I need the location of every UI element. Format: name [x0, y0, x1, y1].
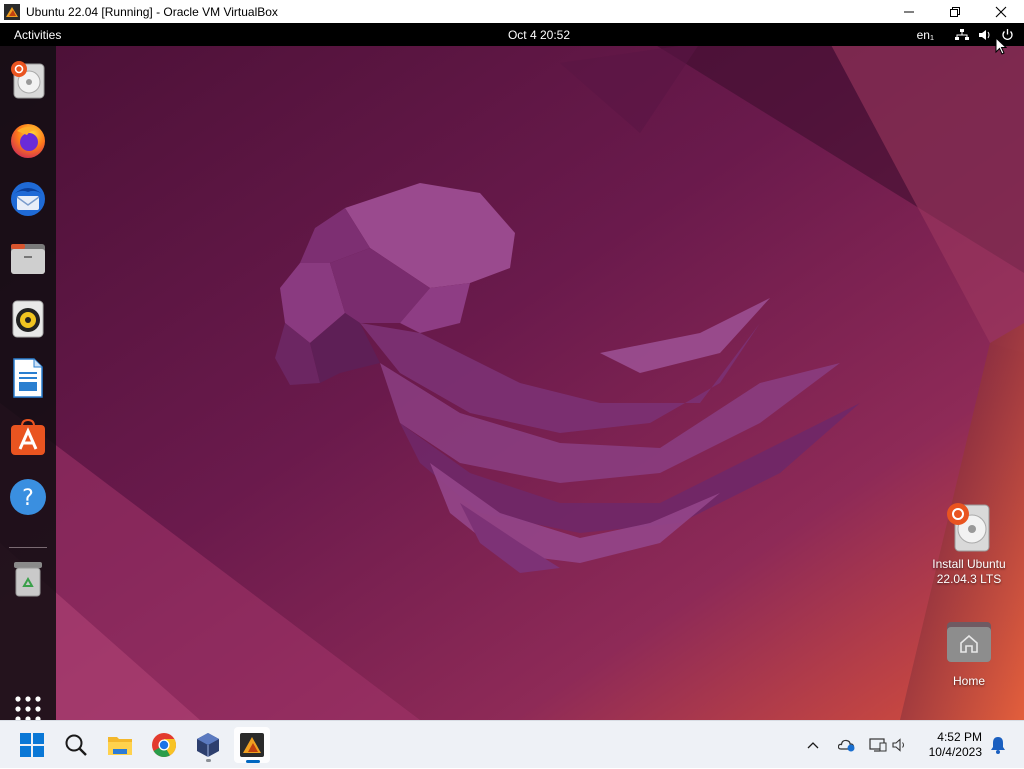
desktop-icon-label: Home	[952, 674, 985, 688]
thunderbird-icon	[11, 182, 45, 216]
dock-files[interactable]	[8, 239, 48, 279]
rhythmbox-icon	[12, 300, 44, 338]
search-button[interactable]	[58, 727, 94, 763]
start-button[interactable]	[14, 727, 50, 763]
volume-icon	[979, 29, 990, 40]
writer-icon	[13, 358, 43, 398]
file-explorer-button[interactable]	[102, 727, 138, 763]
network-icon	[955, 28, 969, 40]
software-icon	[11, 418, 45, 455]
virtualbox-manager-button[interactable]	[190, 727, 226, 763]
mouse-cursor-icon	[995, 37, 1007, 55]
restore-icon	[950, 6, 960, 17]
maximize-button[interactable]	[932, 0, 978, 23]
minimize-button[interactable]	[886, 0, 932, 23]
dock-trash[interactable]	[8, 559, 48, 599]
ubuntu-dock: ?	[0, 46, 56, 720]
dock-firefox[interactable]	[8, 120, 48, 160]
trash-icon	[14, 562, 42, 597]
bell-icon	[991, 737, 1005, 754]
desktop-icon-home[interactable]: Home	[924, 618, 1014, 689]
virtualbox-icon	[197, 733, 219, 757]
keyboard-language[interactable]: en₁	[917, 28, 934, 42]
home-folder-icon	[947, 622, 991, 662]
dock-install-ubuntu[interactable]	[8, 60, 48, 100]
start-icon	[20, 733, 44, 757]
files-icon	[11, 244, 45, 274]
volume-icon	[892, 738, 904, 752]
network-icon	[869, 738, 887, 752]
network-status-button[interactable]	[866, 734, 890, 756]
installer-disc-icon	[947, 503, 990, 552]
dock-thunderbird[interactable]	[8, 179, 48, 219]
desktop-icon-label: Install Ubuntu	[932, 557, 1006, 571]
dock-libreoffice-writer[interactable]	[8, 358, 48, 398]
help-icon: ?	[10, 479, 46, 515]
windows-taskbar: 4:52 PM 10/4/2023	[0, 720, 1024, 768]
dock-ubuntu-software[interactable]	[8, 417, 48, 457]
file-explorer-icon	[108, 737, 132, 755]
onedrive-icon	[838, 739, 855, 752]
virtualbox-window-icon	[4, 3, 20, 20]
installer-disc-icon	[11, 61, 45, 99]
close-icon	[995, 6, 1007, 17]
show-hidden-icons-button[interactable]	[802, 734, 824, 756]
window-title: Ubuntu 22.04 [Running] - Oracle VM Virtu…	[26, 4, 278, 19]
notifications-button[interactable]	[988, 735, 1008, 755]
chrome-button[interactable]	[146, 727, 182, 763]
system-tray	[802, 721, 910, 769]
dock-separator	[9, 547, 47, 548]
chevron-up-icon	[807, 742, 819, 749]
app-grid-icon	[15, 696, 41, 720]
search-icon	[65, 734, 87, 756]
firefox-icon	[11, 124, 45, 158]
window-titlebar[interactable]: Ubuntu 22.04 [Running] - Oracle VM Virtu…	[0, 0, 1024, 23]
volume-button[interactable]	[890, 734, 910, 756]
vm-display[interactable]: Activities Oct 4 20:52 en₁ ? Install Ubu…	[0, 23, 1024, 720]
chrome-icon	[152, 733, 177, 758]
svg-text:?: ?	[22, 486, 34, 511]
gnome-top-bar: Activities Oct 4 20:52 en₁	[0, 23, 1024, 46]
close-button[interactable]	[978, 0, 1024, 23]
onedrive-button[interactable]	[832, 734, 862, 756]
taskbar-time: 4:52 PM	[937, 730, 982, 744]
clock[interactable]: Oct 4 20:52	[0, 28, 1024, 42]
taskbar-clock[interactable]: 4:52 PM 10/4/2023	[929, 730, 982, 760]
show-applications-button[interactable]	[8, 689, 48, 720]
desktop-wallpaper	[0, 23, 1024, 720]
desktop-icon-label: 22.04.3 LTS	[936, 572, 1002, 586]
minimize-icon	[904, 11, 914, 12]
ubuntu-vm-window-button[interactable]	[234, 727, 270, 763]
dock-rhythmbox[interactable]	[8, 299, 48, 339]
taskbar-date: 10/4/2023	[928, 745, 982, 759]
dock-help[interactable]: ?	[8, 477, 48, 517]
vm-window-icon	[240, 733, 264, 757]
desktop-icon-install-ubuntu[interactable]: Install Ubuntu 22.04.3 LTS	[924, 501, 1014, 587]
